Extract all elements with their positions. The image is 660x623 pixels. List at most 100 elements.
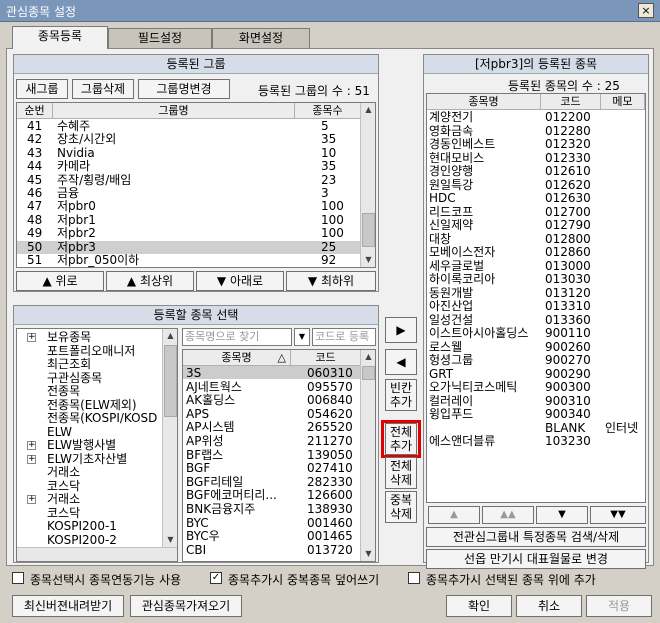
table-row[interactable]: GRT 900290	[427, 367, 645, 381]
col-stock-name[interactable]: 종목명	[427, 94, 541, 110]
list-item[interactable]: BGF 027410	[183, 462, 360, 475]
table-row[interactable]: 42 장초/시간외 35	[17, 133, 360, 146]
tree-item[interactable]: 포트폴리오매니저	[47, 344, 135, 358]
table-row[interactable]: 경인양행 012610	[427, 165, 645, 178]
table-row[interactable]: 이스트아시아홀딩스 900110	[427, 327, 645, 340]
table-row[interactable]: 영화금속 012280	[427, 124, 645, 138]
stock-code-input[interactable]: 코드로 등록	[312, 328, 376, 346]
cancel-button[interactable]: 취소	[516, 595, 582, 617]
col-stock-name[interactable]: 종목명 △	[183, 350, 291, 366]
tree-item[interactable]: 전종목(KOSPI/KOSD	[47, 412, 157, 425]
scroll-down-icon[interactable]: ▼	[361, 253, 375, 267]
tree-item[interactable]: ELW기초자산별	[47, 452, 127, 466]
col-group-name[interactable]: 그룹명	[53, 103, 295, 119]
maturity-change-button[interactable]: 선옵 만기시 대표월물로 변경	[426, 549, 646, 569]
expand-icon[interactable]: +	[27, 454, 36, 464]
ok-button[interactable]: 확인	[446, 595, 512, 617]
move-top-button[interactable]: ▲ 최상위	[106, 271, 194, 291]
tree-item[interactable]: 거래소	[47, 466, 80, 479]
tree-item[interactable]: 코스닥	[47, 506, 80, 520]
table-row[interactable]: 44 카메라 35	[17, 160, 360, 173]
col-stock-code[interactable]: 코드	[541, 94, 601, 110]
scroll-up-icon[interactable]: ▲	[163, 329, 177, 343]
list-item[interactable]: AJ네트웍스 095570	[183, 380, 360, 394]
tab-screen-settings[interactable]: 화면설정	[212, 28, 310, 48]
list-item[interactable]: 3S 060310	[183, 367, 360, 380]
registered-list[interactable]: 종목명 코드 메모 계양전기 012200 영화금속 012280 경동인베스트 0123…	[426, 93, 646, 503]
scroll-thumb[interactable]	[362, 366, 375, 380]
add-stock-button[interactable]: ▶	[385, 317, 417, 343]
expand-icon[interactable]: +	[27, 333, 36, 342]
tree-item[interactable]: 코스닥	[47, 479, 80, 493]
col-no[interactable]: 순번	[17, 103, 53, 119]
stock-name-search-input[interactable]: 종목명으로 찾기	[182, 328, 292, 346]
tree-item[interactable]: 거래소	[47, 493, 80, 506]
tree-scrollbar[interactable]: ▲ ▼	[162, 329, 177, 547]
list-item[interactable]: BF랩스 139050	[183, 448, 360, 462]
table-row[interactable]: 49 저pbr2 100	[17, 227, 360, 240]
move-up-button[interactable]: ▲ 위로	[16, 271, 104, 291]
add-blank-button[interactable]: 빈칸 추가	[385, 379, 417, 411]
table-row[interactable]: 현대모비스 012330	[427, 151, 645, 165]
tree-item[interactable]: ELW	[47, 425, 72, 439]
col-memo[interactable]: 메모	[601, 94, 645, 110]
stock-scrollbar[interactable]: ▲ ▼	[360, 350, 375, 561]
chevron-down-icon[interactable]: ▼	[294, 328, 310, 346]
tree-hscrollbar[interactable]	[17, 547, 177, 561]
download-latest-button[interactable]: 최신버젼내려받기	[12, 595, 124, 617]
table-row[interactable]: 일성건설 013360	[427, 313, 645, 327]
rename-group-button[interactable]: 그룹명변경	[138, 79, 230, 99]
table-row[interactable]: 윙입푸드 900340	[427, 408, 645, 421]
group-list[interactable]: 순번 그룹명 종목수 41 수혜주 5 42 장초/시간외 35 43 Nvidia 10 44 카…	[16, 102, 376, 268]
table-row[interactable]: 경동인베스트 012320	[427, 138, 645, 151]
close-button[interactable]: ×	[638, 3, 654, 18]
scroll-up-icon[interactable]: ▲	[361, 103, 375, 117]
table-row[interactable]: 신일제약 012790	[427, 219, 645, 232]
move-bottom-button[interactable]: ▼ 최하위	[286, 271, 376, 291]
tree-item[interactable]: 전종목	[47, 385, 80, 398]
move-up-button[interactable]: ▲▲	[482, 506, 534, 524]
list-item[interactable]: BNK금융지주 138930	[183, 503, 360, 516]
table-row[interactable]: 50 저pbr3 25	[17, 240, 360, 254]
overwrite-checkbox[interactable]: ✓	[210, 572, 222, 584]
scroll-thumb[interactable]	[362, 213, 375, 247]
category-tree[interactable]: + 보유종목 포트폴리오매니저 최근조회 구관심종목 전종목 전종목(ELW제외) 전종목(K…	[16, 328, 178, 562]
table-row[interactable]: 컬러레이 900310	[427, 394, 645, 408]
table-row[interactable]: 원일특강 012620	[427, 178, 645, 192]
tab-stock-register[interactable]: 종목등록	[12, 26, 108, 49]
delete-all-button[interactable]: 전체 삭제	[385, 457, 417, 489]
table-row[interactable]: BLANK 인터넷	[427, 421, 645, 435]
tree-item[interactable]: 보유종목	[47, 331, 91, 344]
table-row[interactable]: 계양전기 012200	[427, 111, 645, 124]
table-row[interactable]: 리드코프 012700	[427, 205, 645, 219]
delete-group-button[interactable]: 그룹삭제	[72, 79, 134, 99]
move-down-button[interactable]: ▼ 아래로	[196, 271, 284, 291]
table-row[interactable]: 세우글로벌 013000	[427, 259, 645, 273]
table-row[interactable]: 43 Nvidia 10	[17, 146, 360, 160]
table-row[interactable]: 에스앤더블류 103230	[427, 435, 645, 448]
list-item[interactable]: AP시스템 265520	[183, 421, 360, 434]
col-stock-count[interactable]: 종목수	[295, 103, 361, 119]
stock-list[interactable]: 종목명 △ 코드 3S 060310 AJ네트웍스 095570 AK홀딩스 006840 A…	[182, 349, 376, 562]
search-delete-button[interactable]: 전관심그룹내 특정종목 검색/삭제	[426, 527, 646, 547]
insert-above-checkbox[interactable]	[408, 572, 420, 584]
tree-item[interactable]: 전종목(ELW제외)	[47, 398, 137, 412]
list-item[interactable]: CBI 013720	[183, 543, 360, 557]
scroll-down-icon[interactable]: ▼	[163, 533, 177, 547]
move-bottom-button[interactable]: ▼▼	[590, 506, 646, 524]
sync-checkbox[interactable]	[12, 572, 24, 584]
move-down-button[interactable]: ▼	[536, 506, 588, 524]
table-row[interactable]: 아진산업 013310	[427, 300, 645, 313]
expand-icon[interactable]: +	[27, 441, 36, 450]
tab-field-settings[interactable]: 필드설정	[108, 28, 212, 48]
scroll-down-icon[interactable]: ▼	[361, 547, 375, 561]
col-stock-code[interactable]: 코드	[291, 350, 361, 366]
list-item[interactable]: APS 054620	[183, 407, 360, 421]
list-item[interactable]: AK홀딩스 006840	[183, 394, 360, 407]
import-watchlist-button[interactable]: 관심종목가져오기	[130, 595, 242, 617]
table-row[interactable]: 로스웰 900260	[427, 340, 645, 354]
table-row[interactable]: 51 저pbr_050이하 92	[17, 254, 360, 267]
move-top-button[interactable]: ▲	[428, 506, 480, 524]
tree-item[interactable]: KOSPI200-2	[47, 533, 117, 547]
table-row[interactable]: 하이록코리아 013030	[427, 273, 645, 286]
